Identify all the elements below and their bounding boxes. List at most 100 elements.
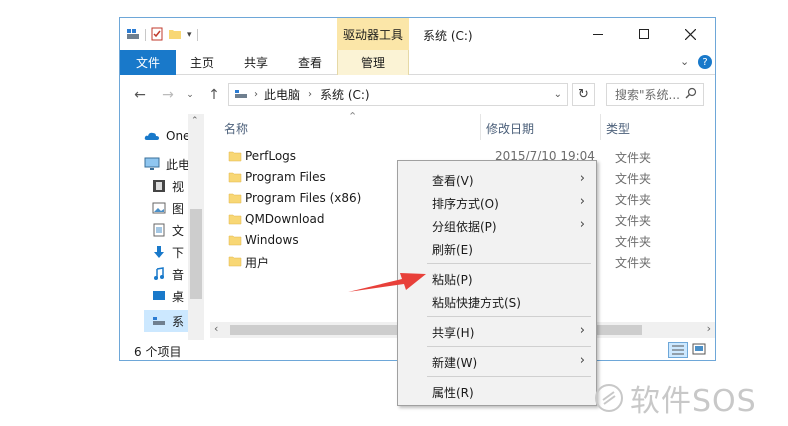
pictures-icon	[152, 202, 166, 214]
breadcrumb-drive[interactable]: 系统 (C:)	[320, 86, 370, 103]
help-icon[interactable]: ?	[698, 55, 712, 69]
menu-item-label: 刷新(E)	[432, 243, 473, 257]
file-name: Program Files (x86)	[245, 191, 362, 205]
nav-item-downloads[interactable]: 下	[152, 242, 184, 262]
desktop-icon	[153, 291, 165, 300]
maximize-button[interactable]	[621, 18, 667, 50]
item-count: 6 个项目	[134, 345, 182, 359]
large-icons-view-icon	[692, 343, 706, 355]
nav-item-videos[interactable]: 视	[152, 176, 184, 196]
chevron-down-icon: ⌄	[186, 90, 194, 100]
menu-item-sort-by[interactable]: 排序方式(O) ›	[399, 191, 595, 213]
nav-item-documents[interactable]: 文	[152, 220, 184, 240]
sort-ascending-icon: ⌃	[348, 110, 358, 123]
tab-home[interactable]: 主页	[180, 50, 224, 75]
new-folder-icon[interactable]	[168, 28, 182, 43]
submenu-arrow-icon: ›	[579, 323, 585, 338]
submenu-arrow-icon: ›	[579, 171, 585, 186]
menu-item-label: 排序方式(O)	[432, 197, 499, 211]
maximize-icon	[639, 29, 649, 39]
submenu-arrow-icon: ›	[579, 217, 585, 232]
up-button[interactable]: ↑	[204, 85, 224, 105]
menu-item-label: 分组依据(P)	[432, 220, 497, 234]
tab-share[interactable]: 共享	[234, 50, 278, 75]
file-type: 文件夹	[615, 256, 652, 270]
nav-item-pictures[interactable]: 图	[152, 198, 184, 218]
minimize-button[interactable]	[575, 18, 621, 50]
search-input[interactable]: 搜索"系统...	[606, 83, 704, 106]
watermark: 软件SOS	[594, 376, 757, 420]
close-icon	[684, 28, 696, 40]
details-view-icon	[672, 345, 684, 355]
drive-icon	[234, 88, 248, 102]
nav-item-label: 下	[172, 245, 185, 260]
scroll-up-icon[interactable]: ⌃	[191, 116, 199, 126]
large-icons-view-button[interactable]	[692, 343, 706, 358]
drive-icon[interactable]	[126, 28, 140, 43]
folder-icon	[228, 235, 242, 246]
red-pointer-arrow-icon	[348, 273, 426, 292]
file-type: 文件夹	[615, 235, 652, 249]
scroll-left-icon[interactable]: ‹	[214, 322, 218, 335]
address-bar[interactable]: › 此电脑 › 系统 (C:) ⌄	[228, 83, 568, 106]
customize-qat-icon[interactable]: ▾	[187, 30, 192, 40]
menu-item-new[interactable]: 新建(W) ›	[399, 350, 595, 372]
file-name: QMDownload	[245, 212, 325, 226]
column-header-name[interactable]: 名称	[224, 120, 248, 137]
folder-icon	[228, 214, 242, 225]
drive-icon	[153, 317, 165, 325]
nav-item-desktop[interactable]: 桌	[152, 286, 184, 306]
tab-view[interactable]: 查看	[288, 50, 332, 75]
breadcrumb-separator-icon: ›	[308, 89, 313, 100]
breadcrumb-this-pc[interactable]: 此电脑	[264, 86, 300, 103]
music-icon	[154, 267, 164, 280]
window-title: 系统 (C:)	[423, 29, 473, 43]
video-icon	[153, 180, 165, 192]
nav-item-music[interactable]: 音	[152, 264, 184, 284]
properties-icon[interactable]	[151, 27, 163, 44]
search-icon	[685, 87, 697, 102]
back-button[interactable]: ←	[130, 85, 150, 105]
documents-icon	[153, 223, 165, 237]
nav-item-label: 此电	[166, 157, 191, 172]
up-arrow-icon: ↑	[208, 87, 220, 103]
menu-item-label: 共享(H)	[432, 326, 475, 340]
address-dropdown-icon[interactable]: ⌄	[554, 89, 562, 100]
this-pc-icon	[144, 157, 160, 170]
nav-item-label: 桌	[172, 289, 185, 304]
menu-item-group-by[interactable]: 分组依据(P) ›	[399, 214, 595, 236]
nav-item-this-pc[interactable]: 此电	[144, 154, 190, 174]
scroll-right-icon[interactable]: ›	[707, 322, 711, 335]
watermark-logo-icon	[595, 384, 623, 412]
file-type: 文件夹	[615, 193, 652, 207]
folder-icon	[228, 256, 242, 267]
tab-file[interactable]: 文件	[120, 50, 176, 75]
tab-manage[interactable]: 管理	[337, 50, 409, 75]
expand-ribbon-icon[interactable]: ⌄	[680, 55, 689, 68]
close-button[interactable]	[667, 18, 713, 50]
menu-item-properties[interactable]: 属性(R)	[399, 380, 595, 402]
nav-item-label: 音	[172, 267, 185, 282]
column-header-date[interactable]: 修改日期	[486, 120, 534, 137]
forward-button[interactable]: →	[158, 85, 178, 105]
menu-item-refresh[interactable]: 刷新(E)	[399, 237, 595, 259]
file-name: 用户	[245, 256, 270, 270]
details-view-button[interactable]	[668, 342, 688, 358]
menu-item-view[interactable]: 查看(V) ›	[399, 168, 595, 190]
onedrive-icon	[144, 132, 159, 140]
menu-item-share[interactable]: 共享(H) ›	[399, 320, 595, 342]
back-arrow-icon: ←	[134, 87, 146, 103]
nav-pane-scroll-thumb[interactable]	[190, 209, 202, 299]
menu-item-label: 属性(R)	[432, 386, 474, 400]
recent-locations-button[interactable]: ⌄	[180, 85, 200, 105]
file-name: Windows	[245, 233, 299, 247]
nav-pane-scrollbar[interactable]: ⌃	[188, 114, 204, 340]
nav-item-onedrive[interactable]: One	[144, 126, 190, 146]
column-header-type[interactable]: 类型	[606, 120, 630, 137]
menu-item-label: 粘贴快捷方式(S)	[432, 296, 521, 310]
refresh-icon: ↻	[578, 87, 589, 102]
refresh-button[interactable]: ↻	[572, 83, 595, 106]
folder-icon	[228, 172, 242, 183]
file-type: 文件夹	[615, 172, 652, 186]
navigation-bar: ← → ⌄ ↑ › 此电脑 › 系统 (C:) ⌄ ↻ 搜索"系统...	[120, 78, 715, 112]
